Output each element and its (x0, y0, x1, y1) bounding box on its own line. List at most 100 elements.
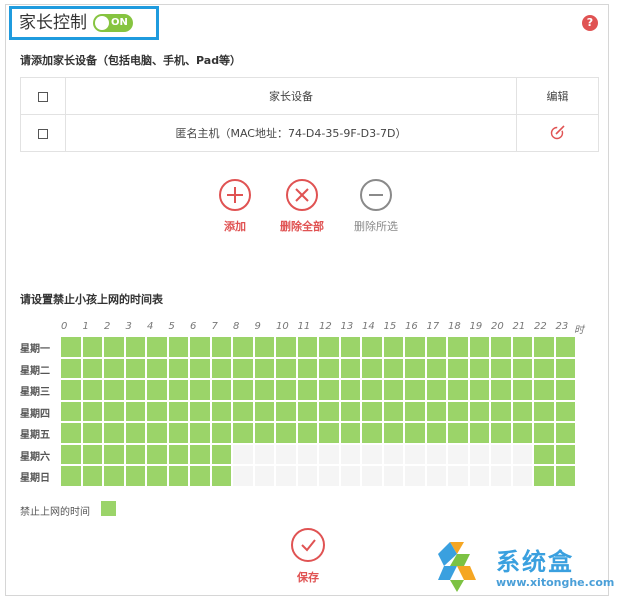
schedule-cell-blocked[interactable] (211, 337, 231, 357)
schedule-cell-allowed[interactable] (426, 444, 446, 464)
schedule-cell-blocked[interactable] (82, 466, 102, 486)
schedule-cell-blocked[interactable] (233, 380, 253, 400)
schedule-cell-blocked[interactable] (383, 401, 403, 421)
schedule-cell-blocked[interactable] (469, 401, 489, 421)
schedule-cell-blocked[interactable] (534, 401, 554, 421)
schedule-cell-blocked[interactable] (276, 380, 296, 400)
schedule-cell-blocked[interactable] (190, 444, 210, 464)
schedule-cell-allowed[interactable] (383, 444, 403, 464)
schedule-cell-allowed[interactable] (362, 466, 382, 486)
schedule-cell-blocked[interactable] (448, 337, 468, 357)
schedule-cell-allowed[interactable] (469, 444, 489, 464)
schedule-cell-blocked[interactable] (469, 380, 489, 400)
schedule-cell-blocked[interactable] (362, 337, 382, 357)
schedule-cell-blocked[interactable] (254, 401, 274, 421)
schedule-cell-blocked[interactable] (319, 401, 339, 421)
schedule-cell-blocked[interactable] (190, 401, 210, 421)
parental-control-toggle[interactable]: ON (93, 14, 133, 32)
schedule-cell-blocked[interactable] (448, 423, 468, 443)
schedule-cell-blocked[interactable] (104, 358, 124, 378)
schedule-cell-blocked[interactable] (383, 380, 403, 400)
schedule-cell-blocked[interactable] (491, 380, 511, 400)
schedule-cell-blocked[interactable] (147, 466, 167, 486)
schedule-cell-blocked[interactable] (512, 401, 532, 421)
schedule-cell-blocked[interactable] (125, 380, 145, 400)
schedule-cell-blocked[interactable] (276, 337, 296, 357)
schedule-cell-blocked[interactable] (512, 358, 532, 378)
schedule-cell-allowed[interactable] (405, 444, 425, 464)
schedule-cell-blocked[interactable] (211, 358, 231, 378)
schedule-cell-blocked[interactable] (512, 380, 532, 400)
schedule-cell-blocked[interactable] (61, 358, 81, 378)
schedule-cell-blocked[interactable] (297, 401, 317, 421)
schedule-cell-blocked[interactable] (555, 444, 575, 464)
schedule-cell-blocked[interactable] (104, 444, 124, 464)
schedule-cell-blocked[interactable] (104, 423, 124, 443)
schedule-cell-blocked[interactable] (555, 466, 575, 486)
schedule-cell-blocked[interactable] (233, 337, 253, 357)
schedule-cell-blocked[interactable] (534, 380, 554, 400)
row-checkbox[interactable] (38, 128, 48, 139)
schedule-cell-allowed[interactable] (362, 444, 382, 464)
schedule-cell-blocked[interactable] (104, 380, 124, 400)
schedule-cell-blocked[interactable] (82, 337, 102, 357)
schedule-cell-allowed[interactable] (383, 466, 403, 486)
schedule-cell-blocked[interactable] (469, 337, 489, 357)
delete-selected-button[interactable]: 删除所选 (346, 179, 406, 234)
schedule-cell-blocked[interactable] (555, 401, 575, 421)
schedule-cell-allowed[interactable] (276, 466, 296, 486)
schedule-cell-allowed[interactable] (233, 466, 253, 486)
schedule-cell-blocked[interactable] (233, 401, 253, 421)
schedule-cell-blocked[interactable] (426, 358, 446, 378)
schedule-cell-blocked[interactable] (125, 444, 145, 464)
schedule-cell-allowed[interactable] (512, 466, 532, 486)
schedule-cell-blocked[interactable] (147, 380, 167, 400)
schedule-cell-blocked[interactable] (125, 337, 145, 357)
schedule-cell-blocked[interactable] (362, 401, 382, 421)
schedule-cell-allowed[interactable] (297, 444, 317, 464)
schedule-cell-blocked[interactable] (233, 423, 253, 443)
schedule-cell-blocked[interactable] (254, 337, 274, 357)
schedule-cell-blocked[interactable] (319, 380, 339, 400)
schedule-cell-allowed[interactable] (426, 466, 446, 486)
schedule-cell-blocked[interactable] (426, 337, 446, 357)
schedule-cell-blocked[interactable] (211, 423, 231, 443)
schedule-cell-blocked[interactable] (82, 358, 102, 378)
schedule-cell-blocked[interactable] (448, 380, 468, 400)
delete-all-button[interactable]: 删除全部 (272, 179, 332, 234)
schedule-cell-blocked[interactable] (168, 423, 188, 443)
edit-icon[interactable] (550, 124, 566, 143)
schedule-cell-allowed[interactable] (448, 466, 468, 486)
schedule-cell-blocked[interactable] (125, 466, 145, 486)
schedule-cell-blocked[interactable] (405, 337, 425, 357)
schedule-cell-blocked[interactable] (491, 423, 511, 443)
schedule-cell-blocked[interactable] (297, 337, 317, 357)
schedule-cell-blocked[interactable] (82, 423, 102, 443)
schedule-cell-blocked[interactable] (555, 423, 575, 443)
schedule-cell-allowed[interactable] (340, 444, 360, 464)
schedule-cell-blocked[interactable] (125, 401, 145, 421)
schedule-cell-blocked[interactable] (82, 401, 102, 421)
schedule-cell-blocked[interactable] (426, 423, 446, 443)
schedule-cell-allowed[interactable] (448, 444, 468, 464)
schedule-cell-blocked[interactable] (190, 380, 210, 400)
schedule-cell-blocked[interactable] (297, 380, 317, 400)
schedule-cell-blocked[interactable] (190, 358, 210, 378)
schedule-cell-blocked[interactable] (168, 401, 188, 421)
schedule-cell-blocked[interactable] (82, 444, 102, 464)
schedule-cell-blocked[interactable] (190, 466, 210, 486)
schedule-cell-blocked[interactable] (211, 466, 231, 486)
schedule-cell-blocked[interactable] (254, 423, 274, 443)
schedule-cell-blocked[interactable] (125, 358, 145, 378)
schedule-cell-blocked[interactable] (104, 466, 124, 486)
schedule-cell-blocked[interactable] (168, 380, 188, 400)
schedule-cell-blocked[interactable] (491, 358, 511, 378)
schedule-cell-blocked[interactable] (168, 358, 188, 378)
schedule-cell-blocked[interactable] (61, 444, 81, 464)
schedule-cell-blocked[interactable] (534, 337, 554, 357)
schedule-cell-blocked[interactable] (276, 358, 296, 378)
schedule-cell-blocked[interactable] (297, 358, 317, 378)
schedule-cell-blocked[interactable] (534, 444, 554, 464)
schedule-cell-blocked[interactable] (211, 401, 231, 421)
schedule-cell-blocked[interactable] (61, 401, 81, 421)
